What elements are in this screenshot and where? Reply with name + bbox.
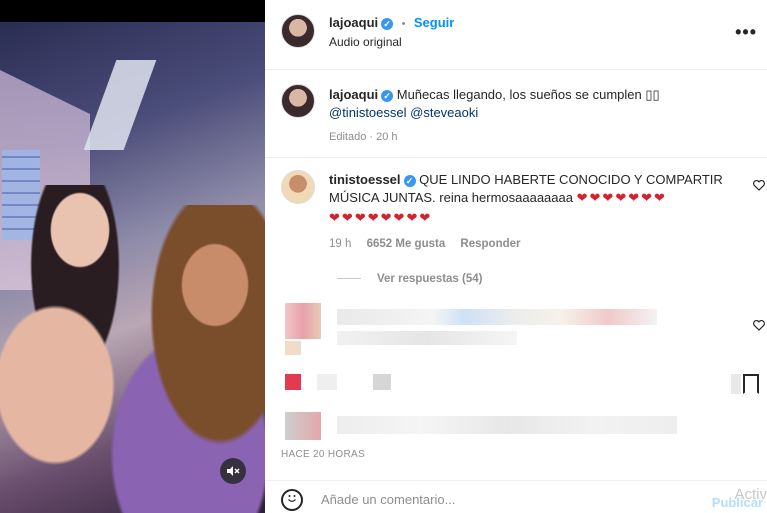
avatar[interactable] (281, 170, 315, 204)
caption-text-suffix: ▯▯ (645, 87, 660, 102)
emoji-icon-glyph (288, 495, 296, 502)
separator-dot: • (401, 18, 406, 30)
comment-hearts-line2: ❤ ❤ ❤ ❤ ❤ ❤ ❤ ❤ (329, 209, 749, 227)
comment-body: tinistoessel ✓ QUE LINDO HABERTE CONOCIDO… (329, 171, 749, 227)
caption-username[interactable]: lajoaqui (329, 87, 378, 102)
follow-button[interactable]: Seguir (414, 15, 454, 30)
verified-icon: ✓ (381, 90, 394, 102)
post-caption: lajoaqui ✓ Muñecas llegando, los sueños s… (265, 70, 767, 158)
heart-outline-icon[interactable] (753, 179, 765, 194)
post-media[interactable] (0, 0, 265, 513)
heart-emoji: ❤ (341, 210, 353, 225)
comment-likes[interactable]: 6652 Me gusta (367, 238, 446, 250)
heart-emoji: ❤ (654, 190, 665, 205)
blurred-avatar (285, 303, 321, 339)
heart-emoji: ❤ (628, 190, 640, 205)
heart-emoji: ❤ (576, 190, 588, 205)
post-timestamp: HACE 20 HORAS (281, 449, 365, 460)
blurred-text (373, 374, 391, 390)
blurred-text (317, 374, 337, 390)
heart-emoji: ❤ (602, 190, 614, 205)
blurred-action (731, 374, 741, 394)
comment-actions: 19 h 6652 Me gusta Responder (329, 238, 521, 250)
emoji-icon[interactable] (281, 489, 303, 511)
heart-outline-icon-glyph (753, 179, 765, 191)
heart-emoji: ❤ (406, 210, 418, 225)
heart-emoji: ❤ (641, 190, 653, 205)
avatar[interactable] (281, 14, 315, 48)
blurred-comment (285, 372, 395, 394)
bookmark-icon[interactable] (743, 374, 759, 394)
comment-username[interactable]: tinistoessel (329, 172, 401, 187)
view-replies-button[interactable]: Ver respuestas (54) (337, 273, 482, 285)
verified-icon: ✓ (381, 18, 394, 30)
post-header: lajoaqui ✓ • Seguir Audio original ••• (265, 0, 767, 70)
heart-emoji: ❤ (380, 210, 392, 225)
more-options-icon[interactable]: ••• (735, 22, 757, 43)
audio-label[interactable]: Audio original (329, 35, 402, 49)
heart-emoji: ❤ (354, 210, 366, 225)
blurred-comment (285, 412, 680, 440)
header-username[interactable]: lajoaqui (329, 15, 378, 30)
verified-icon: ✓ (403, 175, 416, 187)
post-sidebar: lajoaqui ✓ • Seguir Audio original ••• la… (265, 0, 767, 513)
caption-body: lajoaqui ✓ Muñecas llegando, los sueños s… (329, 86, 749, 122)
heart-emoji: ❤ (615, 190, 627, 205)
blurred-avatar (285, 374, 301, 390)
comment-input[interactable] (321, 488, 681, 510)
heart-emoji: ❤ (329, 210, 340, 225)
mention-link[interactable]: @steveaoki (410, 105, 478, 120)
heart-emoji: ❤ (419, 210, 431, 225)
avatar[interactable] (281, 84, 315, 118)
person-left (0, 185, 120, 513)
caption-text: Muñecas llegando, los sueños se cumplen (396, 87, 642, 102)
comment-hearts-line1: ❤ ❤ ❤ ❤ ❤ ❤ ❤ (577, 190, 667, 205)
heart-emoji: ❤ (393, 210, 405, 225)
heart-outline-icon[interactable] (753, 319, 765, 334)
comment-age: 19 h (329, 238, 352, 250)
blurred-comment (285, 303, 665, 355)
speaker-muted-icon[interactable] (220, 458, 246, 484)
heart-emoji: ❤ (589, 190, 601, 205)
blurred-avatar (285, 412, 321, 440)
blurred-text (337, 309, 657, 325)
heart-outline-icon-glyph (753, 319, 765, 331)
publish-button[interactable]: Publicar (712, 495, 763, 510)
heart-emoji: ❤ (367, 210, 379, 225)
blurred-text (337, 416, 677, 434)
blurred-avatar (285, 341, 301, 355)
speaker-muted-icon-glyph (227, 466, 240, 476)
blurred-text (337, 331, 517, 345)
mention-link[interactable]: @tinistoessel (329, 105, 407, 120)
header-title-row: lajoaqui ✓ • Seguir (329, 14, 454, 32)
comment-composer: Activ Publicar (265, 480, 767, 513)
caption-meta: Editado · 20 h (329, 131, 398, 143)
reply-button[interactable]: Responder (460, 238, 520, 250)
